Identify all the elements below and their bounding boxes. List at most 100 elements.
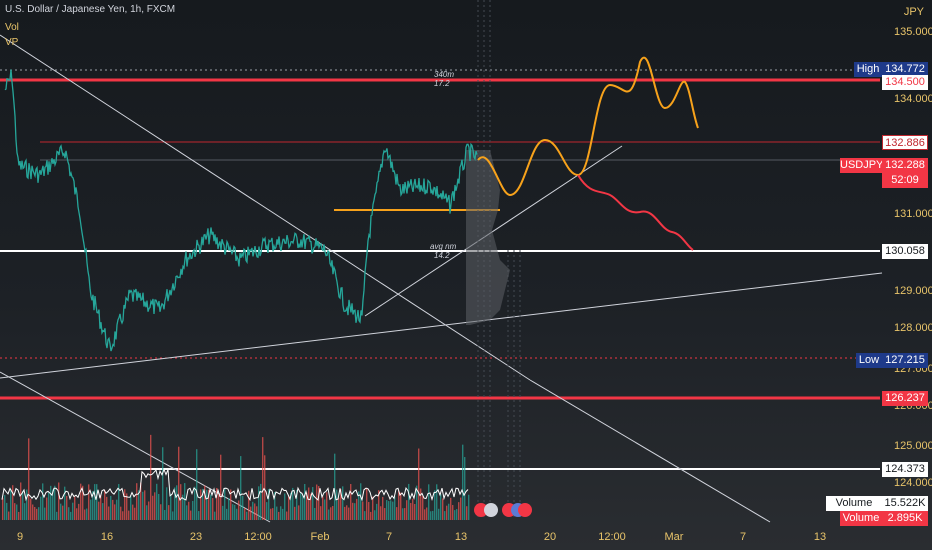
volume-bar [184, 483, 186, 520]
volume-bar [380, 506, 382, 520]
volume-bar [404, 508, 406, 520]
volume-bar [266, 502, 268, 520]
volume-bar [104, 489, 106, 520]
volume-bar [408, 483, 410, 520]
chart-area[interactable]: U.S. Dollar / Japanese Yen, 1h, FXCM Vol… [0, 0, 932, 550]
volume-bar [366, 487, 368, 520]
volume-ma-value: 15.522K [882, 496, 928, 511]
volume-bar [238, 500, 240, 520]
volume-bar [394, 496, 396, 520]
time-tick: 7 [739, 531, 747, 543]
volume-bar [280, 506, 282, 520]
volume-bar [426, 507, 428, 520]
volume-bar [114, 504, 116, 520]
volume-bar [186, 505, 188, 520]
volume-bar [108, 506, 110, 520]
volume-bar [382, 496, 384, 520]
volume-bar [356, 498, 358, 520]
volume-bar [286, 511, 288, 520]
high-label: High [854, 62, 882, 77]
volume-profile-indicator-label[interactable]: VP [5, 37, 18, 49]
volume-bar [162, 447, 164, 520]
volume-bar [284, 493, 286, 520]
volume-bar [438, 508, 440, 520]
volume-bar [206, 489, 208, 520]
volume-bar [38, 507, 40, 520]
volume-ma-label: Volume MA [826, 496, 882, 524]
volume-bar [388, 501, 390, 520]
range-annotation-top-sub: 17.2 [434, 79, 450, 88]
bearish-projection-path[interactable] [577, 174, 694, 251]
volume-bar [170, 493, 172, 520]
volume-bar [74, 496, 76, 520]
volume-bar [42, 483, 44, 520]
volume-bar [116, 499, 118, 520]
volume-bar [36, 508, 38, 520]
white-bottom-price-tag: 124.373 [882, 462, 928, 477]
volume-bar [256, 506, 258, 520]
volume-bar [364, 511, 366, 520]
volume-bar [132, 504, 134, 520]
volume-bar [376, 503, 378, 520]
volume-bar [462, 444, 464, 520]
price-tick: 129.000 [894, 285, 932, 297]
volume-bar [150, 434, 152, 520]
volume-bar [32, 504, 34, 520]
volume-bar [348, 507, 350, 520]
event-icon[interactable] [484, 503, 498, 517]
volume-bar [94, 484, 96, 520]
volume-bar [48, 492, 50, 520]
volume-bars [2, 434, 470, 520]
volume-bar [346, 505, 348, 520]
volume-bar [316, 484, 318, 520]
volume-bar [412, 498, 414, 520]
time-tick: Feb [310, 531, 330, 543]
volume-bar [26, 489, 28, 520]
volume-bar [156, 483, 158, 520]
volume-bar [102, 503, 104, 520]
volume-bar [232, 504, 234, 520]
volume-bar [44, 507, 46, 520]
volume-bar [166, 487, 168, 520]
symbol-title[interactable]: U.S. Dollar / Japanese Yen, 1h, FXCM [5, 4, 175, 16]
volume-bar [4, 495, 6, 520]
time-tick: 13 [454, 531, 468, 543]
volume-bar [128, 510, 130, 520]
volume-bar [282, 508, 284, 520]
volume-bar [6, 502, 8, 520]
chart-canvas[interactable] [0, 0, 932, 550]
volume-bar [304, 483, 306, 520]
volume-bar [176, 485, 178, 520]
volume-bar [336, 489, 338, 520]
volume-bar [258, 486, 260, 520]
volume-bar [190, 510, 192, 520]
range-annotation-mid-sub: 14.2 [434, 251, 450, 260]
volume-bar [88, 484, 90, 520]
volume-bar [456, 509, 458, 520]
volume-bar [168, 505, 170, 520]
volume-bar [242, 495, 244, 520]
volume-bar [458, 502, 460, 520]
time-tick: 16 [100, 531, 114, 543]
time-tick: 20 [543, 531, 557, 543]
volume-bar [446, 505, 448, 520]
volume-bar [122, 511, 124, 520]
volume-bar [352, 502, 354, 520]
volume-bar [324, 499, 326, 520]
event-icon[interactable] [518, 503, 532, 517]
volume-bar [2, 497, 4, 520]
volume-bar [144, 490, 146, 520]
volume-bar [314, 507, 316, 520]
volume-bar [142, 491, 144, 520]
volume-indicator-label[interactable]: Vol [5, 22, 19, 34]
volume-bar [200, 489, 202, 520]
volume-bar [374, 510, 376, 520]
volume-bar [330, 507, 332, 520]
volume-bar [442, 498, 444, 520]
ascending-trendline-long[interactable] [0, 272, 883, 379]
volume-bar [368, 502, 370, 520]
price-tick: 125.000 [894, 440, 932, 452]
volume-bar [14, 503, 16, 520]
bullish-projection-path[interactable] [477, 56, 699, 197]
volume-bar [224, 487, 226, 520]
